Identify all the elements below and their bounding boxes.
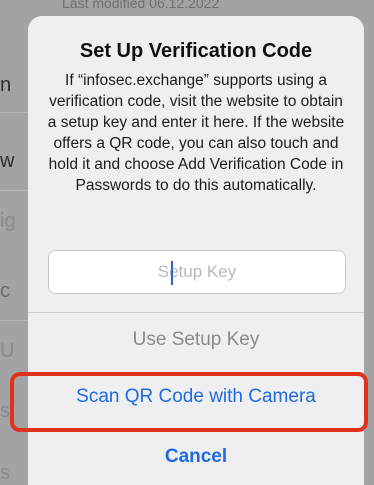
background-edge-text: c [0, 280, 10, 302]
alert-title: Set Up Verification Code [79, 40, 313, 62]
background-edge-text: w [0, 150, 15, 172]
background-edge-text: U [0, 340, 15, 362]
action-separator [28, 312, 364, 313]
background-edge-text: n [0, 74, 12, 96]
cancel-button[interactable]: Cancel [28, 446, 364, 468]
setup-key-input[interactable] [49, 251, 345, 293]
setup-key-field[interactable] [48, 250, 346, 294]
background-edge-text: ig [0, 210, 16, 232]
text-caret [171, 261, 173, 285]
background-last-modified: Last modified 06.12.2022 [62, 0, 220, 10]
background-divider [0, 320, 30, 321]
background-edge-text: s [0, 462, 10, 484]
use-setup-key-button[interactable]: Use Setup Key [28, 329, 364, 351]
highlight-annotation [10, 372, 368, 432]
background-divider [0, 190, 30, 191]
alert-message: If “infosec.exchange” supports using a v… [47, 72, 345, 194]
background-divider [0, 112, 30, 113]
